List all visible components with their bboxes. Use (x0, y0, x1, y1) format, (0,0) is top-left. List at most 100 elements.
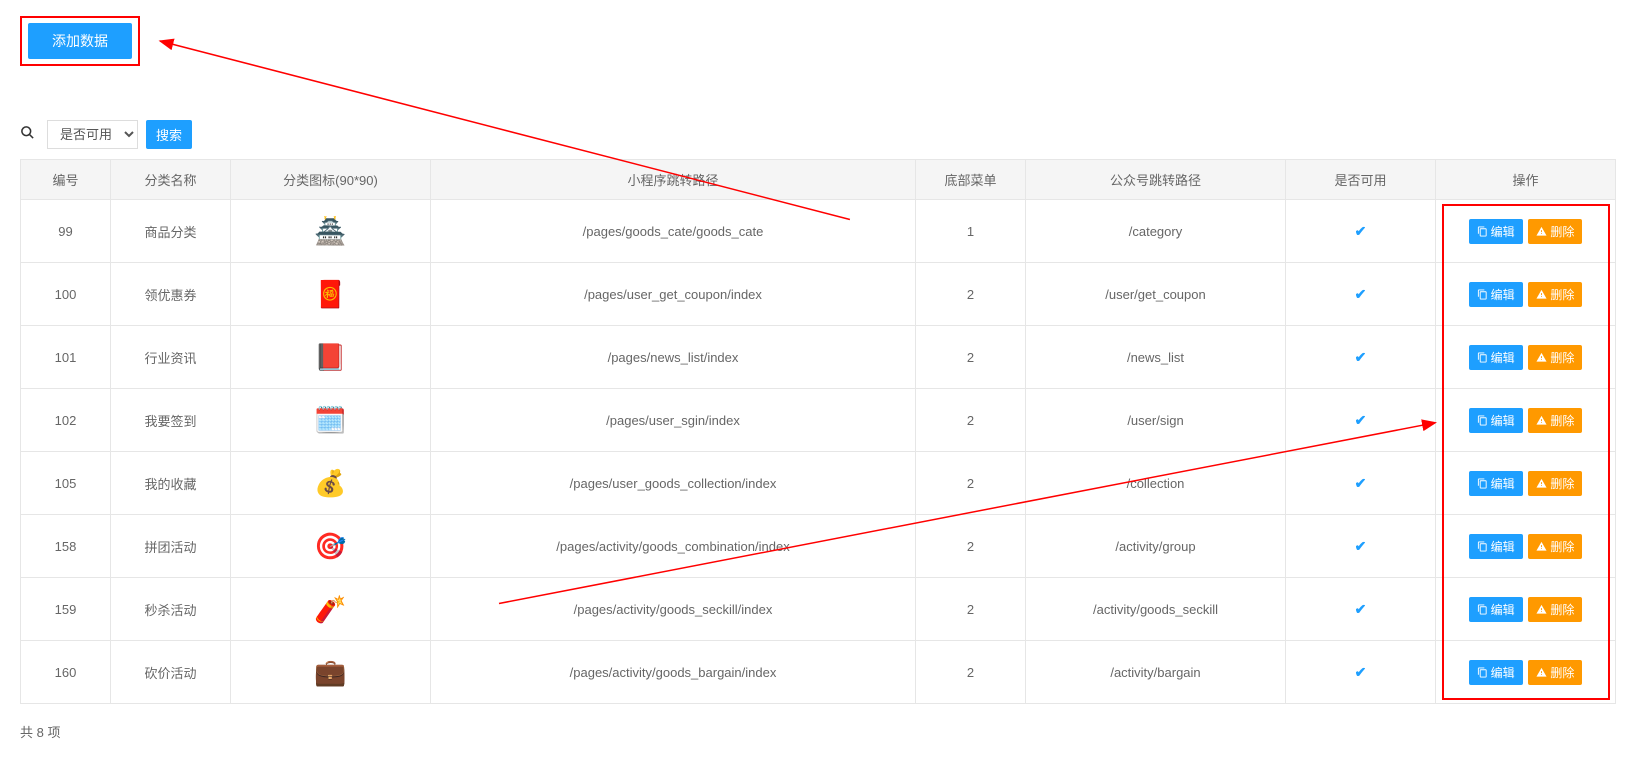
delete-label: 删除 (1550, 601, 1574, 618)
cell-bottom-menu: 2 (916, 578, 1026, 641)
copy-icon (1477, 289, 1488, 300)
cell-mp-path: /category (1026, 200, 1286, 263)
table-row: 159 秒杀活动 🧨 /pages/activity/goods_seckill… (21, 578, 1616, 641)
edit-button[interactable]: 编辑 (1469, 408, 1523, 433)
warning-icon (1536, 478, 1547, 489)
cell-id: 160 (21, 641, 111, 704)
edit-button[interactable]: 编辑 (1469, 660, 1523, 685)
cell-available: ✔ (1286, 200, 1436, 263)
delete-label: 删除 (1550, 412, 1574, 429)
copy-icon (1477, 226, 1488, 237)
cell-id: 99 (21, 200, 111, 263)
cell-id: 101 (21, 326, 111, 389)
cell-name: 领优惠券 (111, 263, 231, 326)
check-icon: ✔ (1355, 349, 1367, 365)
warning-icon (1536, 352, 1547, 363)
cell-mini-path: /pages/activity/goods_seckill/index (431, 578, 916, 641)
cell-id: 102 (21, 389, 111, 452)
check-icon: ✔ (1355, 475, 1367, 491)
col-name: 分类名称 (111, 160, 231, 200)
check-icon: ✔ (1355, 664, 1367, 680)
cell-actions: 编辑 删除 (1436, 452, 1616, 515)
cell-bottom-menu: 2 (916, 326, 1026, 389)
edit-label: 编辑 (1491, 412, 1515, 429)
cell-available: ✔ (1286, 452, 1436, 515)
col-id: 编号 (21, 160, 111, 200)
col-icon: 分类图标(90*90) (231, 160, 431, 200)
cell-available: ✔ (1286, 389, 1436, 452)
cell-icon: 💰 (231, 452, 431, 515)
category-icon: 🏯 (314, 214, 348, 248)
cell-mini-path: /pages/activity/goods_combination/index (431, 515, 916, 578)
available-filter-select[interactable]: 是否可用 (47, 120, 138, 149)
total-count: 共 8 项 (20, 722, 1616, 741)
cell-icon: 🗓️ (231, 389, 431, 452)
cell-name: 我要签到 (111, 389, 231, 452)
check-icon: ✔ (1355, 538, 1367, 554)
delete-button[interactable]: 删除 (1528, 597, 1582, 622)
edit-button[interactable]: 编辑 (1469, 282, 1523, 307)
category-icon: 🧧 (314, 277, 348, 311)
category-icon: 🎯 (314, 529, 348, 563)
cell-id: 100 (21, 263, 111, 326)
cell-mp-path: /user/sign (1026, 389, 1286, 452)
cell-id: 105 (21, 452, 111, 515)
edit-button[interactable]: 编辑 (1469, 597, 1523, 622)
edit-button[interactable]: 编辑 (1469, 219, 1523, 244)
table-row: 99 商品分类 🏯 /pages/goods_cate/goods_cate 1… (21, 200, 1616, 263)
delete-label: 删除 (1550, 349, 1574, 366)
cell-icon: 🧨 (231, 578, 431, 641)
delete-button[interactable]: 删除 (1528, 471, 1582, 496)
category-icon: 📕 (314, 340, 348, 374)
delete-label: 删除 (1550, 286, 1574, 303)
cell-icon: 💼 (231, 641, 431, 704)
cell-name: 秒杀活动 (111, 578, 231, 641)
cell-available: ✔ (1286, 515, 1436, 578)
cell-mp-path: /activity/goods_seckill (1026, 578, 1286, 641)
cell-available: ✔ (1286, 263, 1436, 326)
warning-icon (1536, 415, 1547, 426)
edit-button[interactable]: 编辑 (1469, 345, 1523, 370)
edit-label: 编辑 (1491, 601, 1515, 618)
delete-button[interactable]: 删除 (1528, 534, 1582, 559)
delete-button[interactable]: 删除 (1528, 408, 1582, 433)
table-row: 105 我的收藏 💰 /pages/user_goods_collection/… (21, 452, 1616, 515)
cell-icon: 🏯 (231, 200, 431, 263)
delete-label: 删除 (1550, 664, 1574, 681)
cell-bottom-menu: 1 (916, 200, 1026, 263)
table-row: 100 领优惠券 🧧 /pages/user_get_coupon/index … (21, 263, 1616, 326)
edit-button[interactable]: 编辑 (1469, 471, 1523, 496)
cell-mini-path: /pages/user_get_coupon/index (431, 263, 916, 326)
cell-mini-path: /pages/user_sgin/index (431, 389, 916, 452)
delete-button[interactable]: 删除 (1528, 282, 1582, 307)
category-icon: 💼 (314, 655, 348, 689)
search-button[interactable]: 搜索 (146, 120, 192, 149)
table-row: 158 拼团活动 🎯 /pages/activity/goods_combina… (21, 515, 1616, 578)
cell-actions: 编辑 删除 (1436, 515, 1616, 578)
delete-button[interactable]: 删除 (1528, 345, 1582, 370)
cell-bottom-menu: 2 (916, 389, 1026, 452)
col-mini-path: 小程序跳转路径 (431, 160, 916, 200)
cell-actions: 编辑 删除 (1436, 263, 1616, 326)
delete-button[interactable]: 删除 (1528, 219, 1582, 244)
copy-icon (1477, 352, 1488, 363)
warning-icon (1536, 667, 1547, 678)
check-icon: ✔ (1355, 223, 1367, 239)
cell-available: ✔ (1286, 578, 1436, 641)
warning-icon (1536, 604, 1547, 615)
category-icon: 🧨 (314, 592, 348, 626)
edit-label: 编辑 (1491, 286, 1515, 303)
cell-actions: 编辑 删除 (1436, 578, 1616, 641)
table-row: 101 行业资讯 📕 /pages/news_list/index 2 /new… (21, 326, 1616, 389)
cell-bottom-menu: 2 (916, 515, 1026, 578)
cell-name: 商品分类 (111, 200, 231, 263)
check-icon: ✔ (1355, 412, 1367, 428)
search-icon (20, 125, 35, 145)
cell-id: 159 (21, 578, 111, 641)
copy-icon (1477, 667, 1488, 678)
cell-mp-path: /user/get_coupon (1026, 263, 1286, 326)
add-data-button[interactable]: 添加数据 (28, 23, 132, 59)
delete-button[interactable]: 删除 (1528, 660, 1582, 685)
cell-bottom-menu: 2 (916, 263, 1026, 326)
edit-button[interactable]: 编辑 (1469, 534, 1523, 559)
